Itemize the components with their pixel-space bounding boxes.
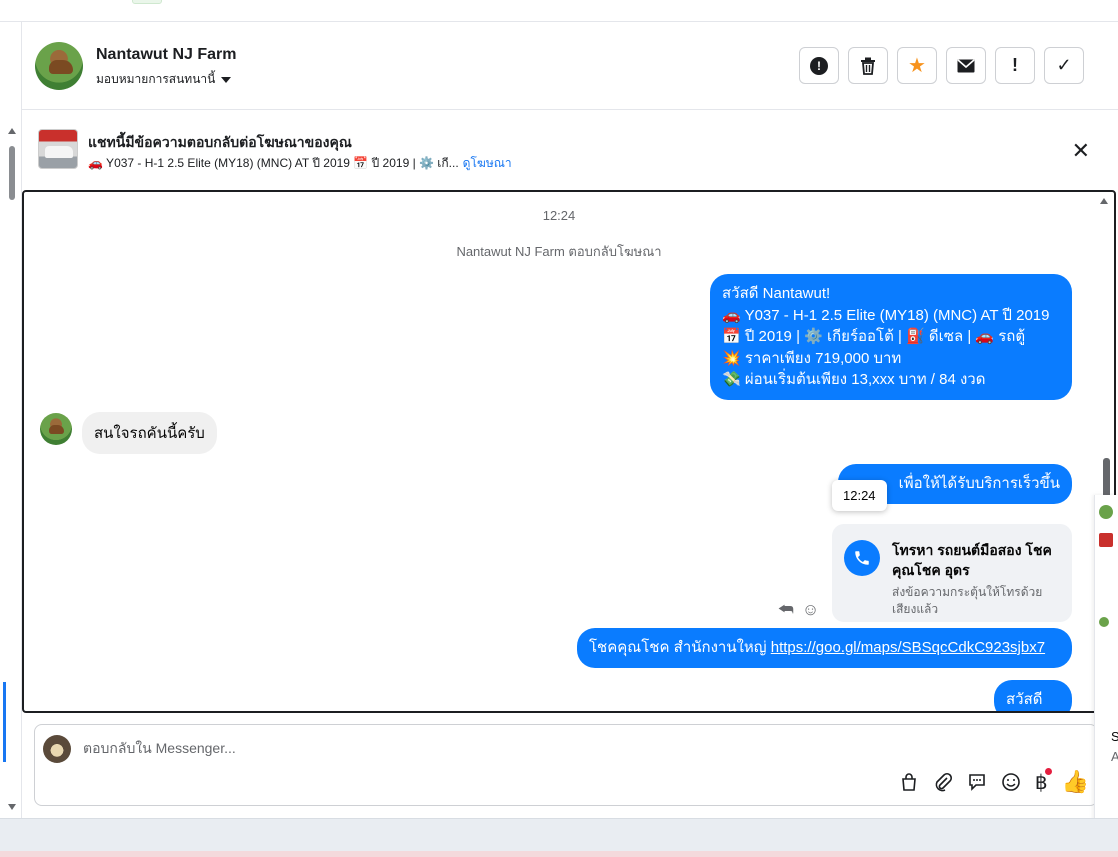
contact-avatar[interactable] — [35, 42, 83, 90]
taskbar-edge — [0, 851, 1118, 857]
header-actions: ! ★ ! ✓ — [799, 47, 1084, 84]
outgoing-hq-message[interactable]: โชคคุณโชค สำนักงานใหญ่ https://goo.gl/ma… — [577, 628, 1072, 668]
payment-baht-icon[interactable]: ฿ — [1035, 767, 1052, 795]
call-card-title: โทรหา รถยนต์มือสอง โชคคุณโชค อุดร — [892, 542, 1052, 578]
reply-icon[interactable]: ⮪ — [778, 600, 794, 620]
taskbar-strip — [0, 818, 1118, 857]
thread-scroll-up-icon[interactable] — [1100, 198, 1108, 204]
right-panel-fragment: S A — [1094, 495, 1118, 833]
fragment-letter: S — [1111, 729, 1118, 744]
call-request-card[interactable]: โทรหา รถยนต์มือสอง โชคคุณโชค อุดร ส่งข้อ… — [832, 524, 1072, 622]
top-strip — [0, 0, 1118, 22]
message-line: 💸 ผ่อนเริ่มต้นเพียง 13,xxx บาท / 84 งวด — [722, 371, 986, 388]
contact-avatar-small[interactable] — [40, 413, 72, 445]
composer-tools: ฿ 👍 — [899, 767, 1089, 795]
trash-icon — [861, 57, 875, 75]
message-thread[interactable]: 12:24 Nantawut NJ Farm ตอบกลับโฆษณา สวัส… — [22, 190, 1116, 713]
hq-map-link[interactable]: https://goo.gl/maps/SBSqcCdkC923sjbx7 — [771, 639, 1045, 656]
phone-icon — [844, 540, 880, 576]
exclamation-icon: ! — [1012, 55, 1018, 75]
view-ad-link[interactable]: ดูโฆษณา — [463, 156, 512, 170]
paperclip-icon[interactable] — [933, 772, 953, 792]
star-icon: ★ — [908, 55, 926, 77]
message-line: 📅 ปี 2019 | ⚙️ เกียร์ออโต้ | ⛽ ดีเซล | 🚗… — [722, 328, 1026, 345]
ad-banner-description: 🚗 Y037 - H-1 2.5 Elite (MY18) (MNC) AT ป… — [88, 154, 512, 173]
thumbs-up-icon[interactable]: 👍 — [1062, 769, 1089, 795]
mark-spam-button[interactable]: ! — [995, 47, 1035, 84]
mark-unread-button[interactable] — [946, 47, 986, 84]
message-timestamp: 12:24 — [542, 208, 576, 223]
fragment-avatar-small — [1099, 617, 1109, 627]
assign-label: มอบหมายการสนทนานี้ — [96, 72, 216, 86]
mark-done-button[interactable]: ✓ — [1044, 47, 1084, 84]
assign-conversation-dropdown[interactable]: มอบหมายการสนทนานี้ — [96, 70, 232, 89]
contact-name[interactable]: Nantawut NJ Farm — [96, 46, 236, 64]
close-icon[interactable]: ✕ — [1072, 138, 1090, 164]
message-composer: ฿ 👍 — [34, 724, 1098, 806]
message-line: 💥 ราคาเพียง 719,000 บาท — [722, 349, 902, 367]
saved-replies-icon[interactable] — [967, 772, 987, 792]
conversation-list-scrollbar[interactable] — [9, 146, 15, 200]
incoming-message[interactable]: สนใจรถคันนี้ครับ — [82, 412, 217, 454]
react-emoji-icon[interactable]: ☺ — [802, 600, 819, 620]
thread-scrollbar[interactable] — [1103, 458, 1110, 498]
scroll-up-arrow-icon[interactable] — [8, 128, 16, 134]
emoji-icon[interactable] — [1001, 772, 1021, 792]
outgoing-ad-message[interactable]: สวัสดี Nantawut! 🚗 Y037 - H-1 2.5 Elite … — [710, 274, 1072, 400]
scroll-down-arrow-icon[interactable] — [8, 804, 16, 810]
hq-text: โชคคุณโชค สำนักงานใหญ่ — [589, 639, 767, 656]
message-line: 🚗 Y037 - H-1 2.5 Elite (MY18) (MNC) AT ป… — [722, 306, 1050, 324]
chat-header: Nantawut NJ Farm มอบหมายการสนทนานี้ ! ★ … — [22, 22, 1118, 110]
conversation-list-edge — [0, 22, 22, 818]
call-card-subtitle: ส่งข้อความกระตุ้นให้โทรด้วยเสียงแล้ว — [892, 585, 1043, 616]
message-line: สวัสดี Nantawut! — [722, 285, 831, 302]
ad-description-text: 🚗 Y037 - H-1 2.5 Elite (MY18) (MNC) AT ป… — [88, 156, 459, 170]
ad-thumbnail[interactable] — [38, 129, 78, 169]
fragment-avatar — [1099, 505, 1113, 519]
top-tab-fragment — [132, 0, 162, 4]
ad-banner-title: แชทนี้มีข้อความตอบกลับต่อโฆษณาของคุณ — [88, 134, 352, 150]
fragment-ad-thumb — [1099, 533, 1113, 547]
report-icon: ! — [810, 56, 828, 75]
page-avatar — [43, 735, 71, 763]
mail-icon — [957, 58, 975, 72]
ad-reply-banner: แชทนี้มีข้อความตอบกลับต่อโฆษณาของคุณ 🚗 Y… — [22, 111, 1118, 189]
messenger-inbox-page: Nantawut NJ Farm มอบหมายการสนทนานี้ ! ★ … — [0, 0, 1118, 857]
star-button[interactable]: ★ — [897, 47, 937, 84]
outgoing-greeting[interactable]: สวัสดีคะ — [994, 680, 1072, 711]
shopping-bag-icon[interactable] — [899, 772, 919, 792]
selected-conversation-indicator — [3, 682, 6, 762]
delete-button[interactable] — [848, 47, 888, 84]
message-tools: ⮪ ☺ — [778, 600, 819, 620]
check-icon: ✓ — [1056, 55, 1072, 75]
reply-input[interactable] — [83, 737, 683, 759]
time-tooltip: 12:24 — [832, 480, 887, 511]
fragment-letter: A — [1111, 749, 1118, 764]
chevron-down-icon — [221, 76, 232, 83]
system-note: Nantawut NJ Farm ตอบกลับโฆษณา — [456, 244, 662, 259]
report-button[interactable]: ! — [799, 47, 839, 84]
